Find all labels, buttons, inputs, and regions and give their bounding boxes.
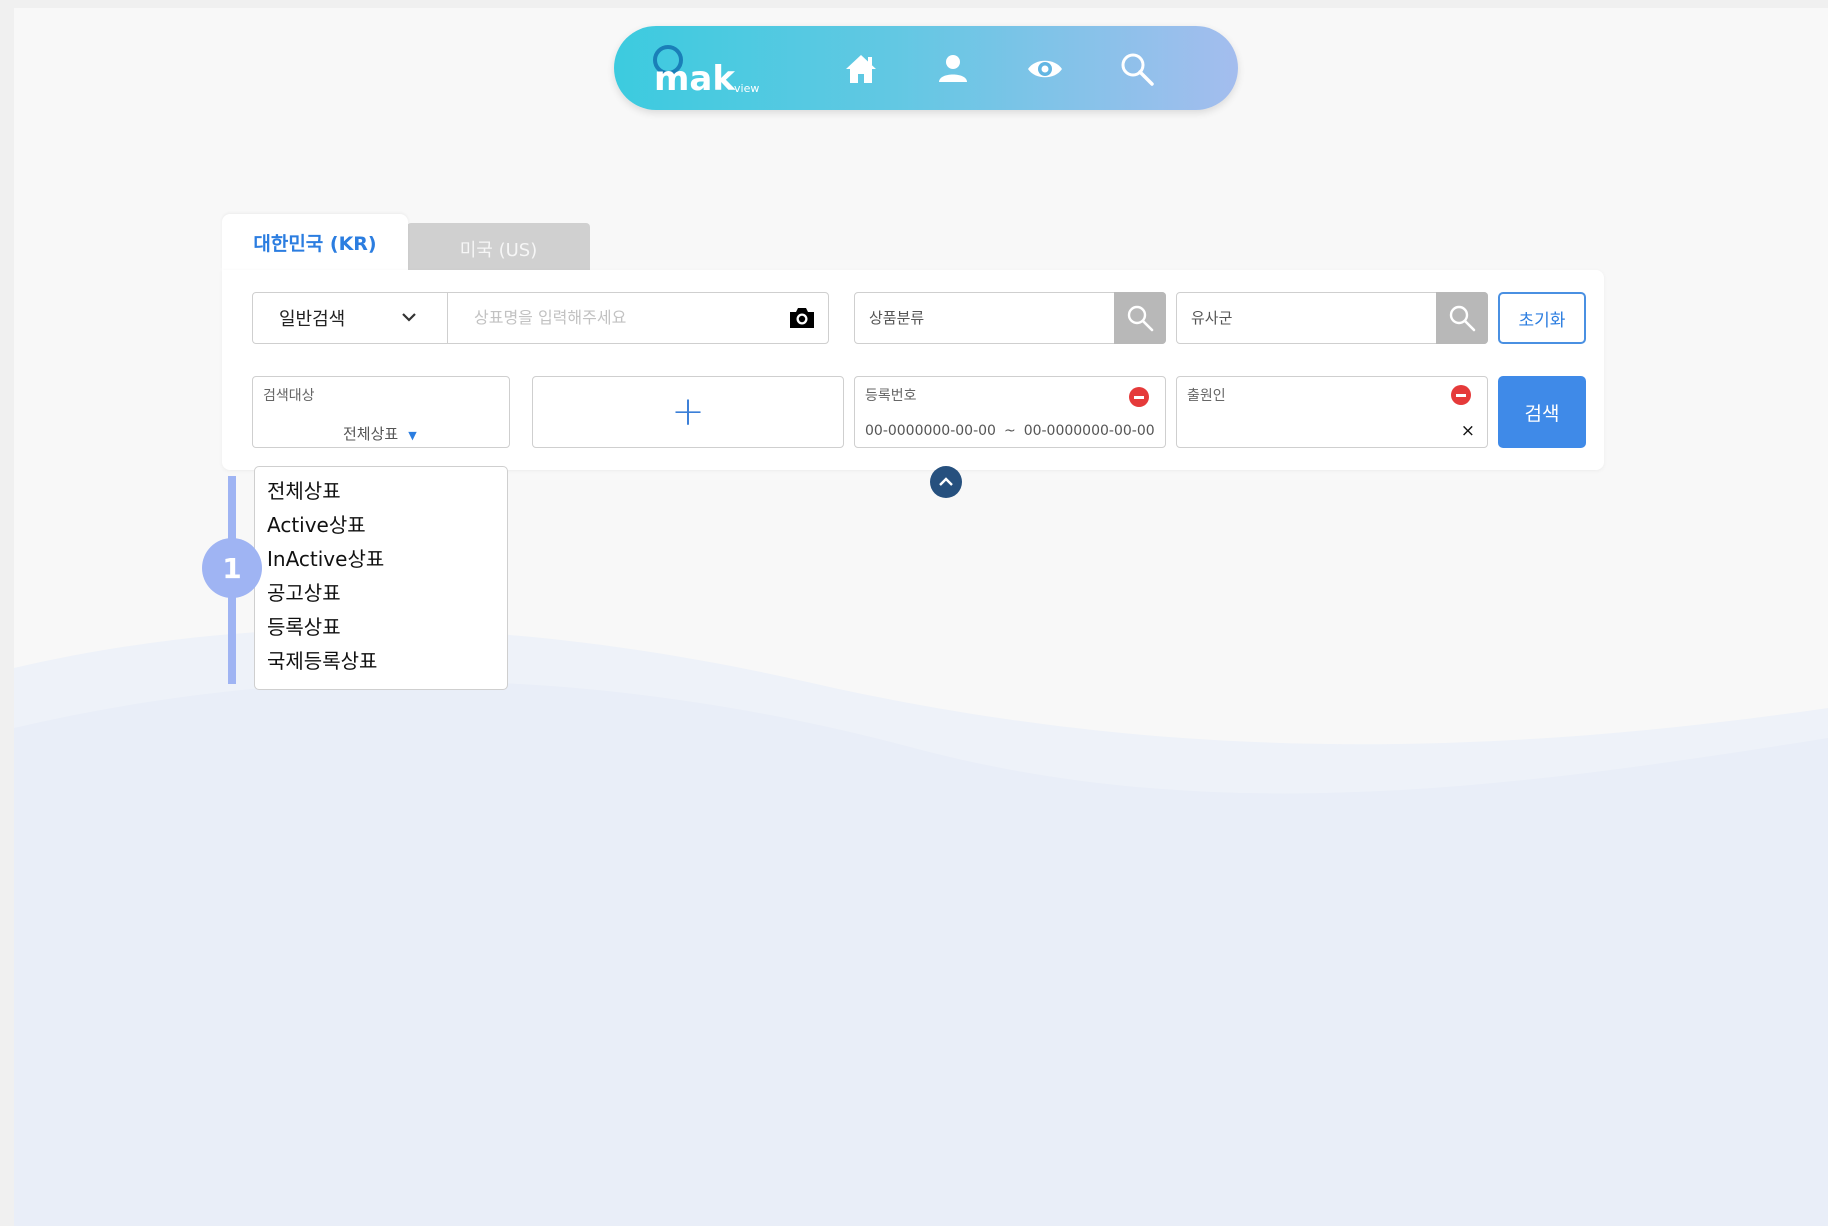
registration-number-label: 등록번호: [865, 388, 917, 404]
applicant-field[interactable]: 출원인 ×: [1176, 376, 1488, 448]
dropdown-item[interactable]: Active상표: [255, 511, 507, 545]
search-icon: [1449, 305, 1476, 332]
dropdown-item[interactable]: 공고상표: [255, 579, 507, 613]
search-icon[interactable]: [1118, 50, 1156, 88]
logo-sub: view: [734, 82, 759, 95]
tab-us-label: 미국 (US): [459, 239, 538, 261]
add-condition-button[interactable]: +: [532, 376, 844, 448]
remove-icon[interactable]: [1451, 385, 1471, 405]
collapse-button[interactable]: [930, 466, 962, 498]
search-target-select[interactable]: 전체상표 ▼: [343, 423, 417, 444]
trademark-name-field: [447, 292, 829, 344]
plus-icon: +: [671, 389, 705, 435]
annotation-callout-badge: 1: [202, 538, 262, 598]
search-icon: [1127, 305, 1154, 332]
product-class-search-button[interactable]: [1114, 292, 1166, 344]
search-mode-select[interactable]: 일반검색: [252, 292, 448, 344]
reset-label: 초기화: [1518, 310, 1566, 331]
search-button-label: 검색: [1524, 402, 1560, 425]
markview-logo[interactable]: mak view: [648, 42, 778, 98]
trademark-name-input[interactable]: [472, 307, 776, 328]
chevron-down-icon: [402, 313, 416, 322]
product-class-field: [854, 292, 1166, 344]
registration-number-field: 등록번호 00-0000000-00-00 ~00-0000000-00-00: [854, 376, 1166, 448]
dropdown-item[interactable]: 전체상표: [255, 477, 507, 511]
similar-group-search-button[interactable]: [1436, 292, 1488, 344]
reset-button[interactable]: 초기화: [1498, 292, 1586, 344]
product-class-input[interactable]: [867, 308, 1101, 328]
search-mode-value: 일반검색: [279, 309, 346, 330]
home-icon[interactable]: [842, 50, 880, 88]
top-nav: mak view: [614, 26, 1238, 110]
chevron-up-icon: [939, 477, 953, 486]
tab-us[interactable]: 미국 (US): [407, 223, 590, 274]
caret-down-icon: ▼: [408, 429, 417, 442]
search-target-field[interactable]: 검색대상 전체상표 ▼: [252, 376, 510, 448]
search-target-dropdown: 전체상표 Active상표 InActive상표 공고상표 등록상표 국제등록상…: [254, 466, 508, 690]
callout-number: 1: [222, 551, 242, 585]
dropdown-item[interactable]: 국제등록상표: [255, 647, 507, 681]
search-panel: 일반검색 초기화 검색대상 전: [222, 270, 1604, 470]
logo-text: mak: [654, 59, 736, 98]
search-button[interactable]: 검색: [1498, 376, 1586, 448]
remove-icon[interactable]: [1129, 387, 1149, 407]
similar-group-field: [1176, 292, 1488, 344]
registration-number-range[interactable]: 00-0000000-00-00 ~00-0000000-00-00: [865, 423, 1155, 439]
similar-group-input[interactable]: [1189, 308, 1423, 328]
tab-kr-label: 대한민국 (KR): [253, 232, 377, 255]
user-icon[interactable]: [934, 50, 972, 88]
tab-kr[interactable]: 대한민국 (KR): [222, 214, 408, 270]
registration-number-to[interactable]: 00-0000000-00-00: [1024, 423, 1155, 439]
search-target-label: 검색대상: [263, 388, 315, 404]
applicant-label: 출원인: [1187, 388, 1226, 404]
registration-number-from[interactable]: 00-0000000-00-00: [865, 423, 996, 439]
camera-icon[interactable]: [788, 305, 816, 331]
clear-icon[interactable]: ×: [1461, 421, 1475, 441]
dropdown-item[interactable]: 등록상표: [255, 613, 507, 647]
eye-icon[interactable]: [1026, 50, 1064, 88]
search-target-value: 전체상표: [343, 425, 399, 443]
dropdown-item[interactable]: InActive상표: [255, 545, 507, 579]
range-tilde: ~: [1003, 423, 1016, 439]
